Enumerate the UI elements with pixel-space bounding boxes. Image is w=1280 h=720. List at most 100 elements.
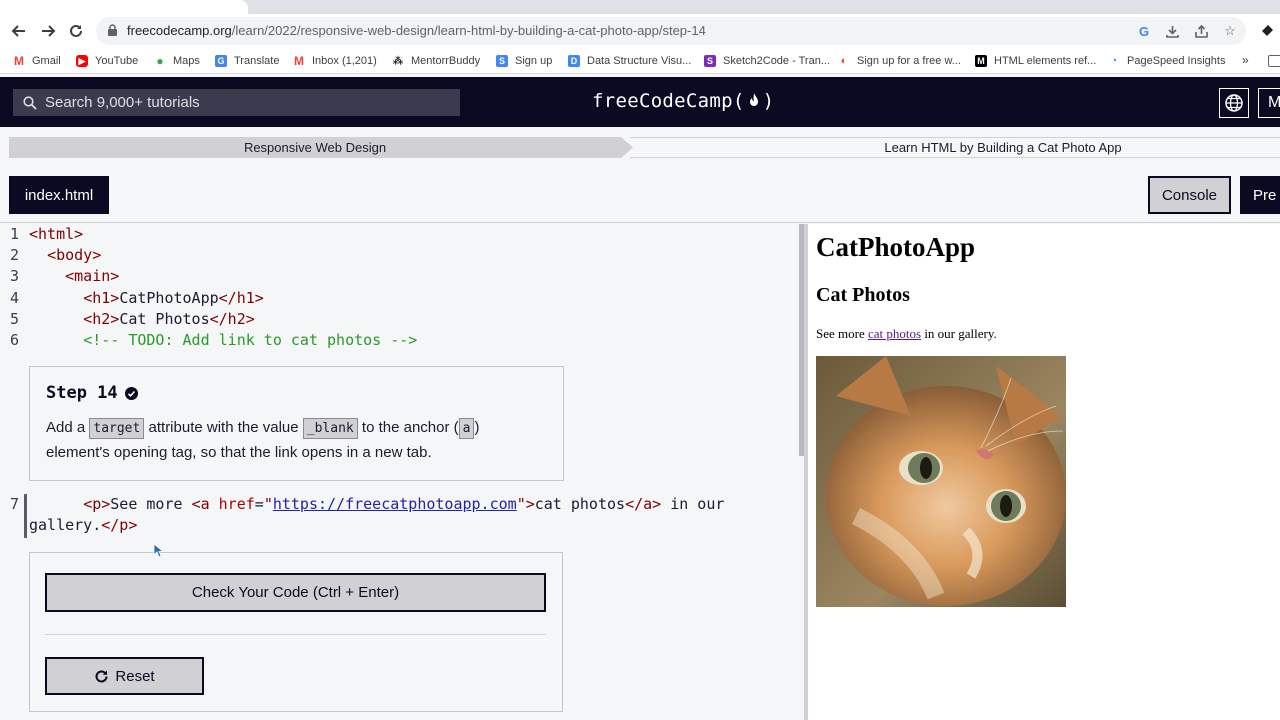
- line-number: 4: [10, 289, 20, 307]
- code-line[interactable]: 2 <body>: [0, 245, 800, 266]
- tab-index-html[interactable]: index.html: [9, 176, 109, 214]
- data-structure-icon: D: [568, 55, 580, 67]
- flame-icon: [749, 93, 758, 106]
- code-line[interactable]: 7 <p>See more <a href="https://freecatph…: [0, 494, 800, 515]
- reset-label: Reset: [115, 667, 155, 685]
- mentorrbuddy-icon: ⁂: [392, 55, 404, 67]
- bookmark-data-structure[interactable]: D Data Structure Visu...: [568, 53, 691, 69]
- lock-icon: [108, 24, 117, 36]
- bookmark-html-elements[interactable]: M HTML elements ref...: [975, 53, 1096, 69]
- code-text: <main>: [65, 267, 120, 285]
- url-text: freecodecamp.org/learn/2022/responsive-w…: [127, 23, 706, 38]
- breadcrumb-superblock-label: Responsive Web Design: [243, 140, 387, 155]
- breadcrumb-block-label: Learn HTML by Building a Cat Photo App: [884, 140, 1122, 155]
- code-text: <p>See more <a href="https://freecatphot…: [83, 495, 725, 513]
- bookmark-star-icon[interactable]: ☆: [1222, 23, 1238, 39]
- bookmark-youtube[interactable]: ▶ YouTube: [76, 53, 138, 69]
- code-line[interactable]: 6 <!-- TODO: Add link to cat photos -->: [0, 330, 800, 351]
- code-text: <h2>Cat Photos</h2>: [83, 310, 255, 328]
- google-icon[interactable]: G: [1136, 23, 1152, 39]
- code-text: <body>: [47, 246, 102, 264]
- maps-icon: ●: [154, 54, 166, 68]
- gmail-icon: M: [13, 54, 25, 68]
- code-line[interactable]: gallery.</p>: [0, 515, 800, 536]
- gmail-icon: M: [293, 54, 305, 68]
- address-bar[interactable]: freecodecamp.org/learn/2022/responsive-w…: [96, 17, 1246, 45]
- reset-icon: [95, 669, 108, 682]
- code-line[interactable]: 3 <main>: [0, 266, 800, 287]
- line-number: 1: [10, 225, 20, 243]
- action-panel: Check Your Code (Ctrl + Enter) Reset: [29, 552, 563, 712]
- bookmark-gmail[interactable]: M Gmail: [13, 53, 61, 69]
- code-line[interactable]: 4 <h1>CatPhotoApp</h1>: [0, 288, 800, 309]
- line-number: 6: [10, 331, 20, 349]
- code-chip-a: a: [458, 418, 475, 439]
- sketch2code-icon: S: [704, 55, 716, 67]
- fcc-navbar: Search 9,000+ tutorials freeCodeCamp( ) …: [0, 77, 1280, 127]
- bookmark-pagespeed[interactable]: ◔ PageSpeed Insights: [1108, 53, 1225, 69]
- code-editor[interactable]: 1 <html> 2 <body> 3 <main> 4 <h1>CatPhotoApp…: [0, 224, 804, 720]
- step-title-text: Step 14: [46, 383, 118, 403]
- bookmark-maps[interactable]: ● Maps: [154, 53, 200, 69]
- browser-tabstrip: [0, 0, 1280, 14]
- forward-icon[interactable]: [35, 18, 61, 44]
- divider: [45, 634, 546, 635]
- cat-photo: [816, 356, 1066, 607]
- translate-icon: G: [215, 55, 227, 67]
- mouse-cursor-icon: [153, 543, 163, 558]
- breadcrumb-block[interactable]: Learn HTML by Building a Cat Photo App: [630, 137, 1280, 158]
- preview-button[interactable]: Pre: [1240, 176, 1280, 214]
- signup-free-icon: ◐: [838, 55, 850, 67]
- logo-text-left: freeCodeCamp(: [592, 90, 745, 112]
- preview-link[interactable]: cat photos: [868, 326, 921, 341]
- code-line[interactable]: 1 <html>: [0, 224, 800, 245]
- bookmark-signup[interactable]: S Sign up: [496, 53, 552, 69]
- extension-icon[interactable]: [1256, 18, 1278, 44]
- browser-toolbar: freecodecamp.org/learn/2022/responsive-w…: [0, 14, 1280, 48]
- code-chip-blank: _blank: [302, 418, 358, 439]
- search-icon: [23, 95, 37, 110]
- logo-text-right: ): [762, 90, 775, 112]
- preview-pane: CatPhotoApp Cat Photos See more cat phot…: [808, 224, 1280, 720]
- breadcrumb-superblock[interactable]: Responsive Web Design: [9, 137, 633, 158]
- code-text: <html>: [29, 225, 84, 243]
- line-number: 7: [10, 495, 20, 513]
- bookmark-inbox[interactable]: M Inbox (1,201): [293, 53, 377, 69]
- back-icon[interactable]: [6, 18, 32, 44]
- preview-paragraph: See more cat photos in our gallery.: [816, 326, 997, 341]
- language-button[interactable]: [1219, 88, 1249, 118]
- bookmarks-more-button[interactable]: »: [1242, 53, 1249, 67]
- preview-heading: CatPhotoApp: [816, 232, 976, 262]
- check-circle-icon: [124, 386, 138, 400]
- reset-button[interactable]: Reset: [45, 657, 204, 695]
- code-chip-target: target: [89, 418, 145, 439]
- download-icon[interactable]: [1164, 23, 1180, 39]
- folder-icon[interactable]: [1268, 55, 1280, 67]
- code-line[interactable]: 5 <h2>Cat Photos</h2>: [0, 309, 800, 330]
- pagespeed-icon: ◔: [1108, 55, 1120, 67]
- menu-button[interactable]: M: [1258, 88, 1280, 118]
- console-button[interactable]: Console: [1148, 176, 1231, 214]
- code-text: gallery.</p>: [29, 516, 138, 534]
- reload-icon[interactable]: [63, 18, 89, 44]
- mdn-icon: M: [975, 55, 987, 67]
- step-title: Step 14: [46, 383, 138, 403]
- step-description: Add a target attribute with the value _b…: [46, 418, 480, 461]
- bookmark-signup-free[interactable]: ◐ Sign up for a free w...: [838, 53, 961, 69]
- bookmark-sketch2code[interactable]: S Sketch2Code - Tran...: [704, 53, 830, 69]
- share-icon[interactable]: [1193, 23, 1209, 39]
- browser-active-tab[interactable]: [0, 0, 248, 14]
- globe-icon: [1225, 94, 1243, 112]
- signup-icon: S: [496, 55, 508, 67]
- fcc-logo[interactable]: freeCodeCamp( ): [592, 90, 774, 112]
- breadcrumb: Responsive Web Design Learn HTML by Buil…: [0, 127, 1280, 165]
- search-placeholder: Search 9,000+ tutorials: [45, 94, 200, 111]
- code-text: <h1>CatPhotoApp</h1>: [83, 289, 264, 307]
- search-input[interactable]: Search 9,000+ tutorials: [13, 89, 460, 116]
- bookmark-translate[interactable]: G Translate: [215, 53, 279, 69]
- line-number: 5: [10, 310, 20, 328]
- check-code-button[interactable]: Check Your Code (Ctrl + Enter): [45, 573, 546, 612]
- code-text: <!-- TODO: Add link to cat photos -->: [83, 331, 418, 349]
- bookmark-mentorrbuddy[interactable]: ⁂ MentorrBuddy: [392, 53, 480, 69]
- line-number: 2: [10, 246, 20, 264]
